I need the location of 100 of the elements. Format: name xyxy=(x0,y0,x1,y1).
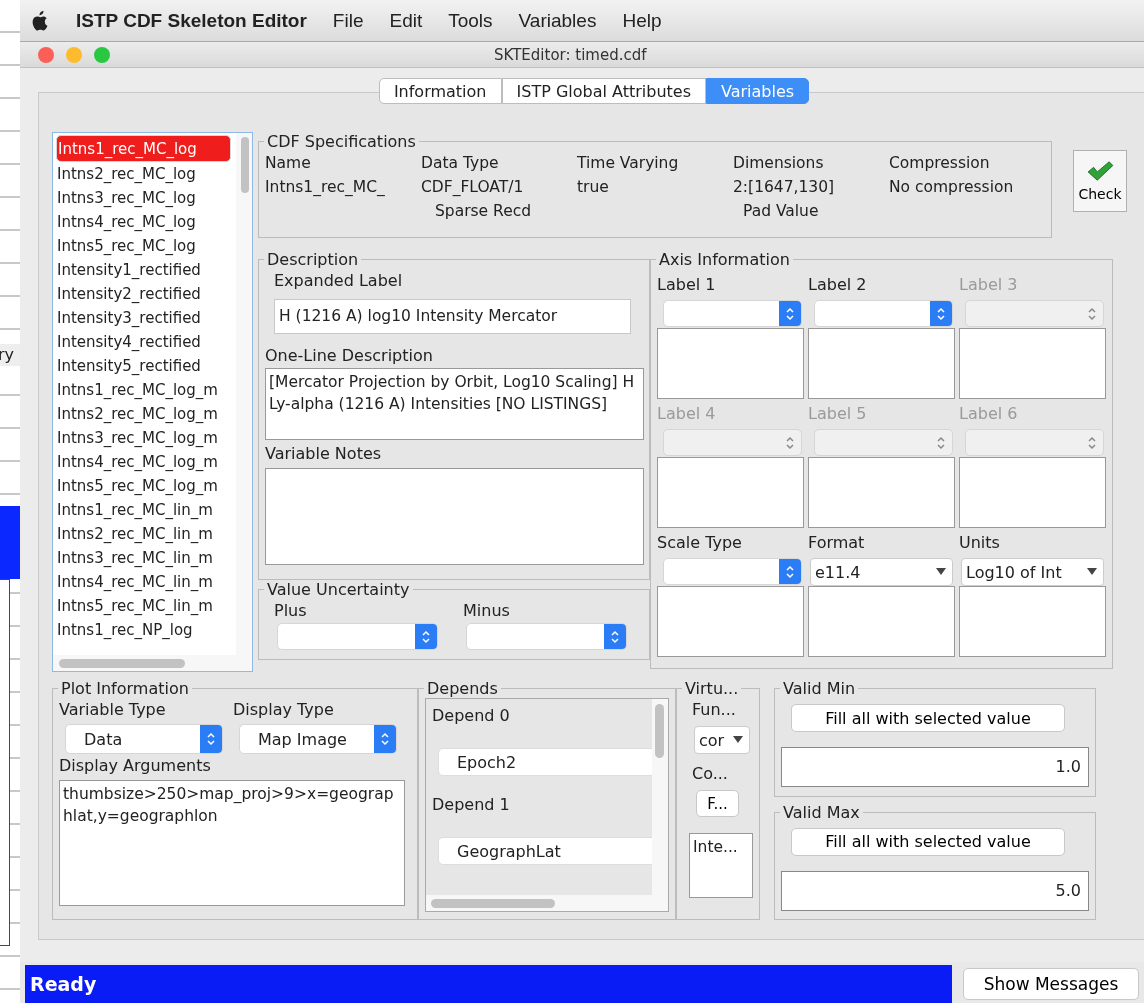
dropdown[interactable]: Data xyxy=(65,724,223,754)
menu-item[interactable]: Variables xyxy=(518,9,597,32)
spec-value: true xyxy=(577,177,610,198)
caret-icon xyxy=(733,736,743,744)
zoom-button[interactable] xyxy=(94,46,110,63)
expanded-label-field[interactable]: H (1216 A) log10 Intensity Mercator xyxy=(274,299,631,334)
spec-value: Intns1_rec_MC_ xyxy=(265,177,386,198)
stepper-icon xyxy=(374,725,396,753)
variable-list-item[interactable]: Intensity2_rectified xyxy=(56,282,231,306)
stepper-icon xyxy=(930,301,952,326)
dropdown[interactable] xyxy=(466,623,627,650)
menu-item[interactable]: File xyxy=(332,9,364,32)
group-title: Depends xyxy=(426,679,499,698)
vertical-scrollbar[interactable] xyxy=(655,704,664,758)
variable-list-item[interactable]: Intns2_rec_MC_log_m xyxy=(56,402,231,426)
variable-list-item[interactable]: Intns5_rec_MC_lin_m xyxy=(56,594,231,618)
window-title: SKTEditor: timed.cdf xyxy=(494,45,647,64)
spec-label: Name xyxy=(265,153,312,174)
variable-list-item[interactable]: Intns4_rec_MC_lin_m xyxy=(56,570,231,594)
axis-label: Units xyxy=(959,532,1001,554)
axis-label: Label 1 xyxy=(657,274,717,296)
spec-label: Time Varying xyxy=(577,153,680,174)
tab[interactable]: ISTP Global Attributes xyxy=(501,78,706,104)
combo-box[interactable]: e11.4 xyxy=(810,558,953,586)
field-label: Minus xyxy=(463,600,511,622)
variable-list-item[interactable]: Intensity4_rectified xyxy=(56,330,231,354)
variable-list-item[interactable]: Intensity1_rectified xyxy=(56,258,231,282)
dropdown[interactable] xyxy=(277,623,438,650)
variable-list-item[interactable]: Intns1_rec_MC_lin_m xyxy=(56,498,231,522)
field-label: Display Arguments xyxy=(59,756,211,775)
combo-box[interactable]: cor xyxy=(694,726,750,754)
variable-list-item[interactable]: Intns4_rec_MC_log xyxy=(56,210,231,234)
variable-list-item[interactable]: Intns2_rec_MC_log xyxy=(56,162,231,186)
valid-max-field[interactable]: 5.0 xyxy=(781,870,1089,911)
axis-label: Scale Type xyxy=(657,532,743,554)
group-title: Plot Information xyxy=(60,679,190,698)
stepper-icon xyxy=(415,624,437,649)
field-label: Plus xyxy=(274,600,308,622)
tab[interactable]: Information xyxy=(378,78,502,104)
dropdown[interactable] xyxy=(663,558,802,585)
axis-label: Label 3 xyxy=(959,274,1019,296)
axis-text-area[interactable] xyxy=(959,457,1106,528)
axis-text-area[interactable] xyxy=(808,457,955,528)
axis-text-area[interactable] xyxy=(959,328,1106,399)
vertical-scrollbar[interactable] xyxy=(241,137,249,193)
menu-item[interactable]: Edit xyxy=(389,9,423,32)
valid-min-field[interactable]: 1.0 xyxy=(781,747,1089,787)
variable-list-item[interactable]: Intns3_rec_MC_log xyxy=(56,186,231,210)
spec-label: Dimensions xyxy=(733,153,825,174)
fill-button[interactable]: Fill all with selected value xyxy=(791,827,1065,856)
variable-list-item[interactable]: Intns1_rec_NP_log xyxy=(56,618,231,642)
axis-text-area[interactable] xyxy=(657,586,804,657)
depend-label: Depend 0 xyxy=(432,705,511,727)
spec-label: Data Type xyxy=(421,153,500,174)
display-arguments-text-area[interactable]: thumbsize>250>map_proj>9>x=geographlat,y=geographlon xyxy=(59,780,405,906)
dropdown[interactable]: Map Image xyxy=(239,724,397,754)
spec-value: No compression xyxy=(889,177,1015,198)
variable-list-item[interactable]: Intns5_rec_MC_log xyxy=(56,234,231,258)
variable-list-item[interactable]: Intns3_rec_MC_log_m xyxy=(56,426,231,450)
spec-value: CDF_FLOAT/1 xyxy=(421,177,525,198)
menu-item[interactable]: Help xyxy=(622,9,662,32)
spec-label: Compression xyxy=(889,153,991,174)
axis-text-area[interactable] xyxy=(808,328,955,399)
dropdown[interactable] xyxy=(814,300,953,327)
check-button[interactable]: Check xyxy=(1073,150,1127,212)
horizontal-scrollbar[interactable] xyxy=(431,899,555,908)
component-text-area[interactable]: Inte... xyxy=(689,833,753,898)
dropdown[interactable] xyxy=(663,300,802,327)
apple-logo-icon[interactable] xyxy=(30,9,48,32)
horizontal-scrollbar[interactable] xyxy=(59,659,185,668)
component-button[interactable]: F... xyxy=(696,790,739,817)
variable-list-item[interactable]: Intensity3_rectified xyxy=(56,306,231,330)
field-label: Fun... xyxy=(692,699,737,721)
axis-text-area[interactable] xyxy=(808,586,955,657)
stepper-icon xyxy=(779,559,801,584)
depend-label: Depend 1 xyxy=(432,794,511,816)
variable-list-item[interactable]: Intns4_rec_MC_log_m xyxy=(56,450,231,474)
notes-text-area[interactable] xyxy=(265,468,644,565)
fill-button[interactable]: Fill all with selected value xyxy=(791,704,1065,732)
variable-list-item[interactable]: Intns1_rec_MC_log_m xyxy=(56,378,231,402)
description-text-area[interactable]: [Mercator Projection by Orbit, Log10 Scaling] H Ly-alpha (1216 A) Intensities [NO LISTINGS] xyxy=(265,368,644,440)
axis-text-area[interactable] xyxy=(959,586,1106,657)
background-window-text: ry xyxy=(0,344,20,366)
app-menu[interactable]: ISTP CDF Skeleton Editor xyxy=(76,9,307,32)
combo-box[interactable]: Log10 of Int xyxy=(961,558,1104,586)
axis-text-area[interactable] xyxy=(657,457,804,528)
show-messages-button[interactable]: Show Messages xyxy=(963,968,1139,1000)
variable-list-item[interactable]: Intns2_rec_MC_lin_m xyxy=(56,522,231,546)
variable-list-item[interactable]: Intensity5_rectified xyxy=(56,354,231,378)
spec-label: Pad Value xyxy=(742,201,820,222)
axis-text-area[interactable] xyxy=(657,328,804,399)
close-button[interactable] xyxy=(38,46,54,63)
variable-list-item[interactable]: Intns3_rec_MC_lin_m xyxy=(56,546,231,570)
variable-list-item[interactable]: Intns1_rec_MC_log xyxy=(56,135,231,162)
axis-label: Label 2 xyxy=(808,274,868,296)
stepper-icon xyxy=(604,624,626,649)
axis-label: Label 5 xyxy=(808,403,868,425)
group-title: CDF Specifications xyxy=(266,133,417,151)
variable-list-item[interactable]: Intns5_rec_MC_log_m xyxy=(56,474,231,498)
menu-item[interactable]: Tools xyxy=(448,9,493,32)
